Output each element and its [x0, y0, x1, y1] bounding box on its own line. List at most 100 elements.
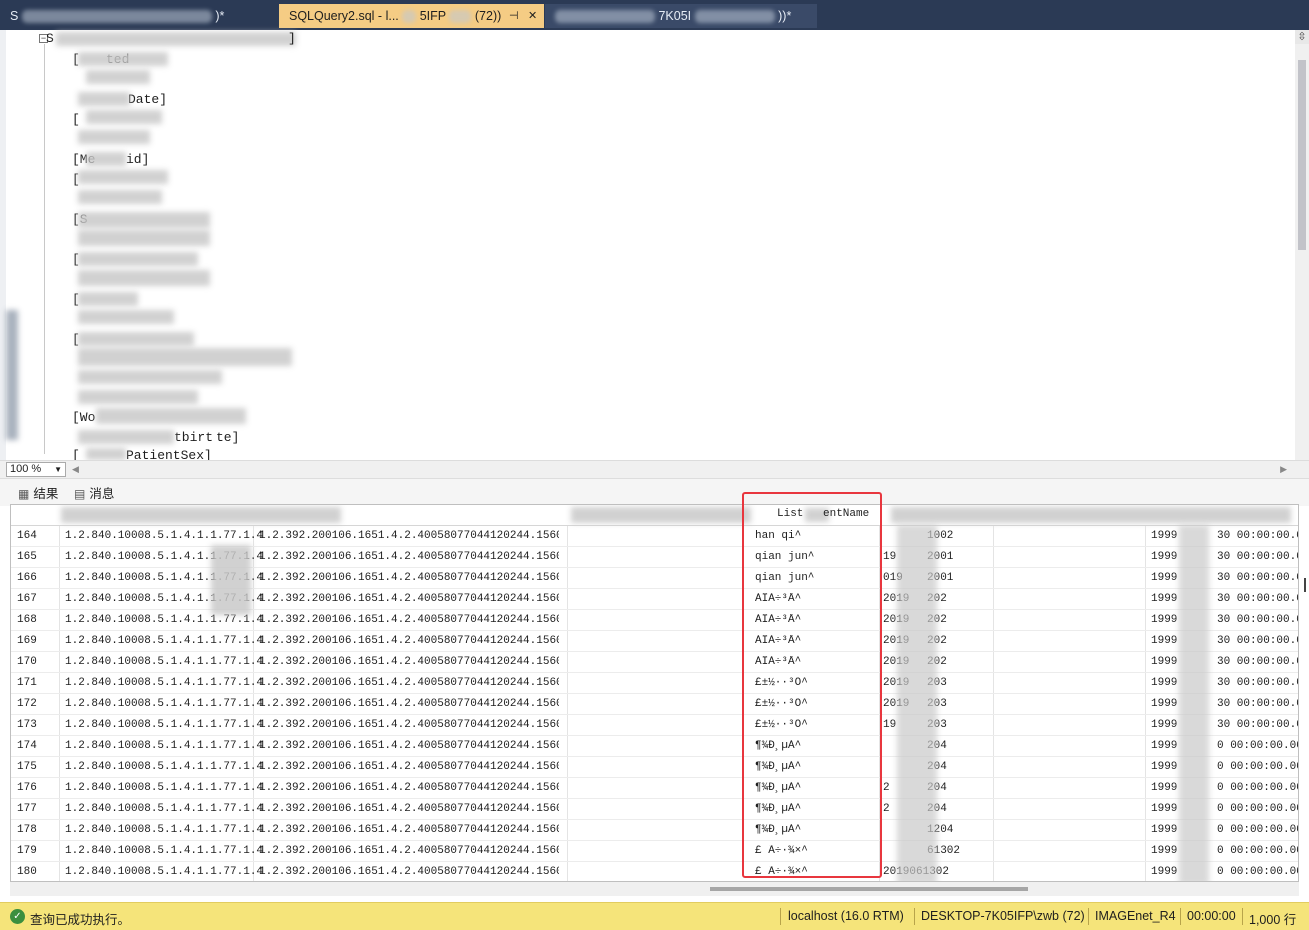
scroll-thumb[interactable] [1298, 60, 1306, 250]
cell-date-tail[interactable]: 0 00:00:00.000 [1217, 845, 1298, 857]
row-number[interactable]: 175 [17, 761, 37, 773]
cell-patient-name[interactable]: ÀÎÀ÷³Å^ [755, 635, 801, 647]
split-editor-icon[interactable]: ⇳ [1295, 30, 1309, 44]
cell-sop-class-uid[interactable]: 1.2.840.10008.5.1.4.1.1.77.1.4 [65, 719, 263, 731]
cell-date[interactable]: 1999 [1151, 803, 1177, 815]
cell-patient-name[interactable]: £±½··³Õ^ [755, 677, 808, 689]
row-number[interactable]: 179 [17, 845, 37, 857]
cell-date[interactable]: 1999 [1151, 593, 1177, 605]
cell-date-tail[interactable]: 30 00:00:00.000 [1217, 719, 1298, 731]
cell-date-tail[interactable]: 30 00:00:00.000 [1217, 698, 1298, 710]
scroll-right-icon[interactable]: ▶ [1280, 464, 1287, 475]
cell-date-tail[interactable]: 0 00:00:00.000 [1217, 824, 1298, 836]
cell-sop-class-uid[interactable]: 1.2.840.10008.5.1.4.1.1.77.1.4 [65, 698, 263, 710]
table-row[interactable]: 172 1.2.840.10008.5.1.4.1.1.77.1.4 1.2.392… [11, 694, 1298, 715]
cell-patient-name[interactable]: qian jun^ [755, 551, 814, 563]
cell-sop-class-uid[interactable]: 1.2.840.10008.5.1.4.1.1.77.1.4 [65, 866, 263, 878]
cell-study-id[interactable]: 2 [883, 782, 890, 794]
cell-date-tail[interactable]: 30 00:00:00.000 [1217, 593, 1298, 605]
cell-date-tail[interactable]: 0 00:00:00.000 [1217, 761, 1298, 773]
tab-results[interactable]: ▦ 结果 [18, 485, 58, 503]
row-number[interactable]: 166 [17, 572, 37, 584]
table-row[interactable]: 171 1.2.840.10008.5.1.4.1.1.77.1.4 1.2.392… [11, 673, 1298, 694]
cell-date[interactable]: 1999 [1151, 635, 1177, 647]
cell-instance-uid[interactable]: 1.2.392.200106.1651.4.2.4005807704412024… [259, 740, 559, 752]
cell-instance-uid[interactable]: 1.2.392.200106.1651.4.2.4005807704412024… [259, 551, 559, 563]
cell-patient-name[interactable]: £±½··³Õ^ [755, 719, 808, 731]
tab-query2[interactable]: SQLQuery2.sql - l... 5IFP (72)) ⊣ ✕ [279, 4, 544, 28]
cell-date[interactable]: 1999 [1151, 740, 1177, 752]
row-number[interactable]: 176 [17, 782, 37, 794]
row-number[interactable]: 169 [17, 635, 37, 647]
cell-date[interactable]: 1999 [1151, 530, 1177, 542]
sql-editor[interactable]: − S ] [ ted Date] [ [Me id] [ [S [ [ [ [… [0, 30, 1309, 463]
row-number[interactable]: 177 [17, 803, 37, 815]
cell-sop-class-uid[interactable]: 1.2.840.10008.5.1.4.1.1.77.1.4 [65, 782, 263, 794]
cell-patient-name[interactable]: ÀÎÀ÷³Å^ [755, 614, 801, 626]
cell-date-tail[interactable]: 30 00:00:00.000 [1217, 530, 1298, 542]
cell-patient-name[interactable]: qian jun^ [755, 572, 814, 584]
results-grid[interactable]: List entName 164 1.2.840.10008.5.1.4.1.1.… [10, 504, 1299, 882]
row-number[interactable]: 168 [17, 614, 37, 626]
table-row[interactable]: 174 1.2.840.10008.5.1.4.1.1.77.1.4 1.2.392… [11, 736, 1298, 757]
close-icon[interactable]: ✕ [528, 4, 537, 28]
table-row[interactable]: 165 1.2.840.10008.5.1.4.1.1.77.1.4 1.2.392… [11, 547, 1298, 568]
cell-patient-name[interactable]: ¶¾Ð¸µÀ^ [755, 803, 801, 815]
cell-sop-class-uid[interactable]: 1.2.840.10008.5.1.4.1.1.77.1.4 [65, 803, 263, 815]
scroll-left-icon[interactable]: ◀ [72, 464, 79, 475]
table-row[interactable]: 173 1.2.840.10008.5.1.4.1.1.77.1.4 1.2.392… [11, 715, 1298, 736]
cell-instance-uid[interactable]: 1.2.392.200106.1651.4.2.4005807704412024… [259, 698, 559, 710]
row-number[interactable]: 165 [17, 551, 37, 563]
row-number[interactable]: 164 [17, 530, 37, 542]
cell-instance-uid[interactable]: 1.2.392.200106.1651.4.2.4005807704412024… [259, 593, 559, 605]
cell-date-tail[interactable]: 0 00:00:00.000 [1217, 782, 1298, 794]
row-number[interactable]: 170 [17, 656, 37, 668]
tab-query1[interactable]: S )* [0, 4, 278, 28]
grid-horizontal-scrollbar[interactable] [10, 882, 1299, 896]
cell-date[interactable]: 1999 [1151, 845, 1177, 857]
row-number[interactable]: 172 [17, 698, 37, 710]
row-number[interactable]: 180 [17, 866, 37, 878]
row-number[interactable]: 167 [17, 593, 37, 605]
cell-instance-uid[interactable]: 1.2.392.200106.1651.4.2.4005807704412024… [259, 803, 559, 815]
table-row[interactable]: 170 1.2.840.10008.5.1.4.1.1.77.1.4 1.2.392… [11, 652, 1298, 673]
cell-patient-name[interactable]: ¶¾Ð¸µÀ^ [755, 824, 801, 836]
cell-patient-name[interactable]: ÀÎÀ÷³Å^ [755, 593, 801, 605]
editor-vertical-scrollbar[interactable] [1295, 30, 1309, 460]
cell-patient-name[interactable]: £±½··³Õ^ [755, 698, 808, 710]
cell-patient-name[interactable]: ¶¾Ð¸µÀ^ [755, 740, 801, 752]
cell-date[interactable]: 1999 [1151, 698, 1177, 710]
grid-scroll-thumb[interactable] [1304, 578, 1306, 592]
row-number[interactable]: 174 [17, 740, 37, 752]
table-row[interactable]: 176 1.2.840.10008.5.1.4.1.1.77.1.4 1.2.392… [11, 778, 1298, 799]
cell-patient-name[interactable]: ¶¾Ð¸µÀ^ [755, 782, 801, 794]
cell-date[interactable]: 1999 [1151, 551, 1177, 563]
table-row[interactable]: 180 1.2.840.10008.5.1.4.1.1.77.1.4 1.2.392… [11, 862, 1298, 881]
cell-sop-class-uid[interactable]: 1.2.840.10008.5.1.4.1.1.77.1.4 [65, 635, 263, 647]
cell-date-tail[interactable]: 30 00:00:00.000 [1217, 635, 1298, 647]
cell-instance-uid[interactable]: 1.2.392.200106.1651.4.2.4005807704412024… [259, 635, 559, 647]
cell-date-tail[interactable]: 30 00:00:00.000 [1217, 677, 1298, 689]
cell-date[interactable]: 1999 [1151, 677, 1177, 689]
cell-sop-class-uid[interactable]: 1.2.840.10008.5.1.4.1.1.77.1.4 [65, 761, 263, 773]
row-number[interactable]: 173 [17, 719, 37, 731]
cell-sop-class-uid[interactable]: 1.2.840.10008.5.1.4.1.1.77.1.4 [65, 740, 263, 752]
cell-sop-class-uid[interactable]: 1.2.840.10008.5.1.4.1.1.77.1.4 [65, 824, 263, 836]
cell-instance-uid[interactable]: 1.2.392.200106.1651.4.2.4005807704412024… [259, 845, 559, 857]
cell-date[interactable]: 1999 [1151, 782, 1177, 794]
cell-date-tail[interactable]: 30 00:00:00.000 [1217, 572, 1298, 584]
cell-patient-name[interactable]: £¯Ã÷·¾×^ [755, 845, 808, 857]
cell-sop-class-uid[interactable]: 1.2.840.10008.5.1.4.1.1.77.1.4 [65, 530, 263, 542]
cell-instance-uid[interactable]: 1.2.392.200106.1651.4.2.4005807704412024… [259, 572, 559, 584]
cell-instance-uid[interactable]: 1.2.392.200106.1651.4.2.4005807704412024… [259, 677, 559, 689]
cell-instance-uid[interactable]: 1.2.392.200106.1651.4.2.4005807704412024… [259, 761, 559, 773]
cell-study-id[interactable]: 19 [883, 719, 896, 731]
cell-study-id[interactable]: 2 [883, 803, 890, 815]
cell-date[interactable]: 1999 [1151, 761, 1177, 773]
tab-query3[interactable]: 7K05I ))* [545, 4, 817, 28]
cell-sop-class-uid[interactable]: 1.2.840.10008.5.1.4.1.1.77.1.4 [65, 656, 263, 668]
cell-instance-uid[interactable]: 1.2.392.200106.1651.4.2.4005807704412024… [259, 866, 559, 878]
table-row[interactable]: 177 1.2.840.10008.5.1.4.1.1.77.1.4 1.2.392… [11, 799, 1298, 820]
cell-date-tail[interactable]: 30 00:00:00.000 [1217, 551, 1298, 563]
cell-date[interactable]: 1999 [1151, 656, 1177, 668]
